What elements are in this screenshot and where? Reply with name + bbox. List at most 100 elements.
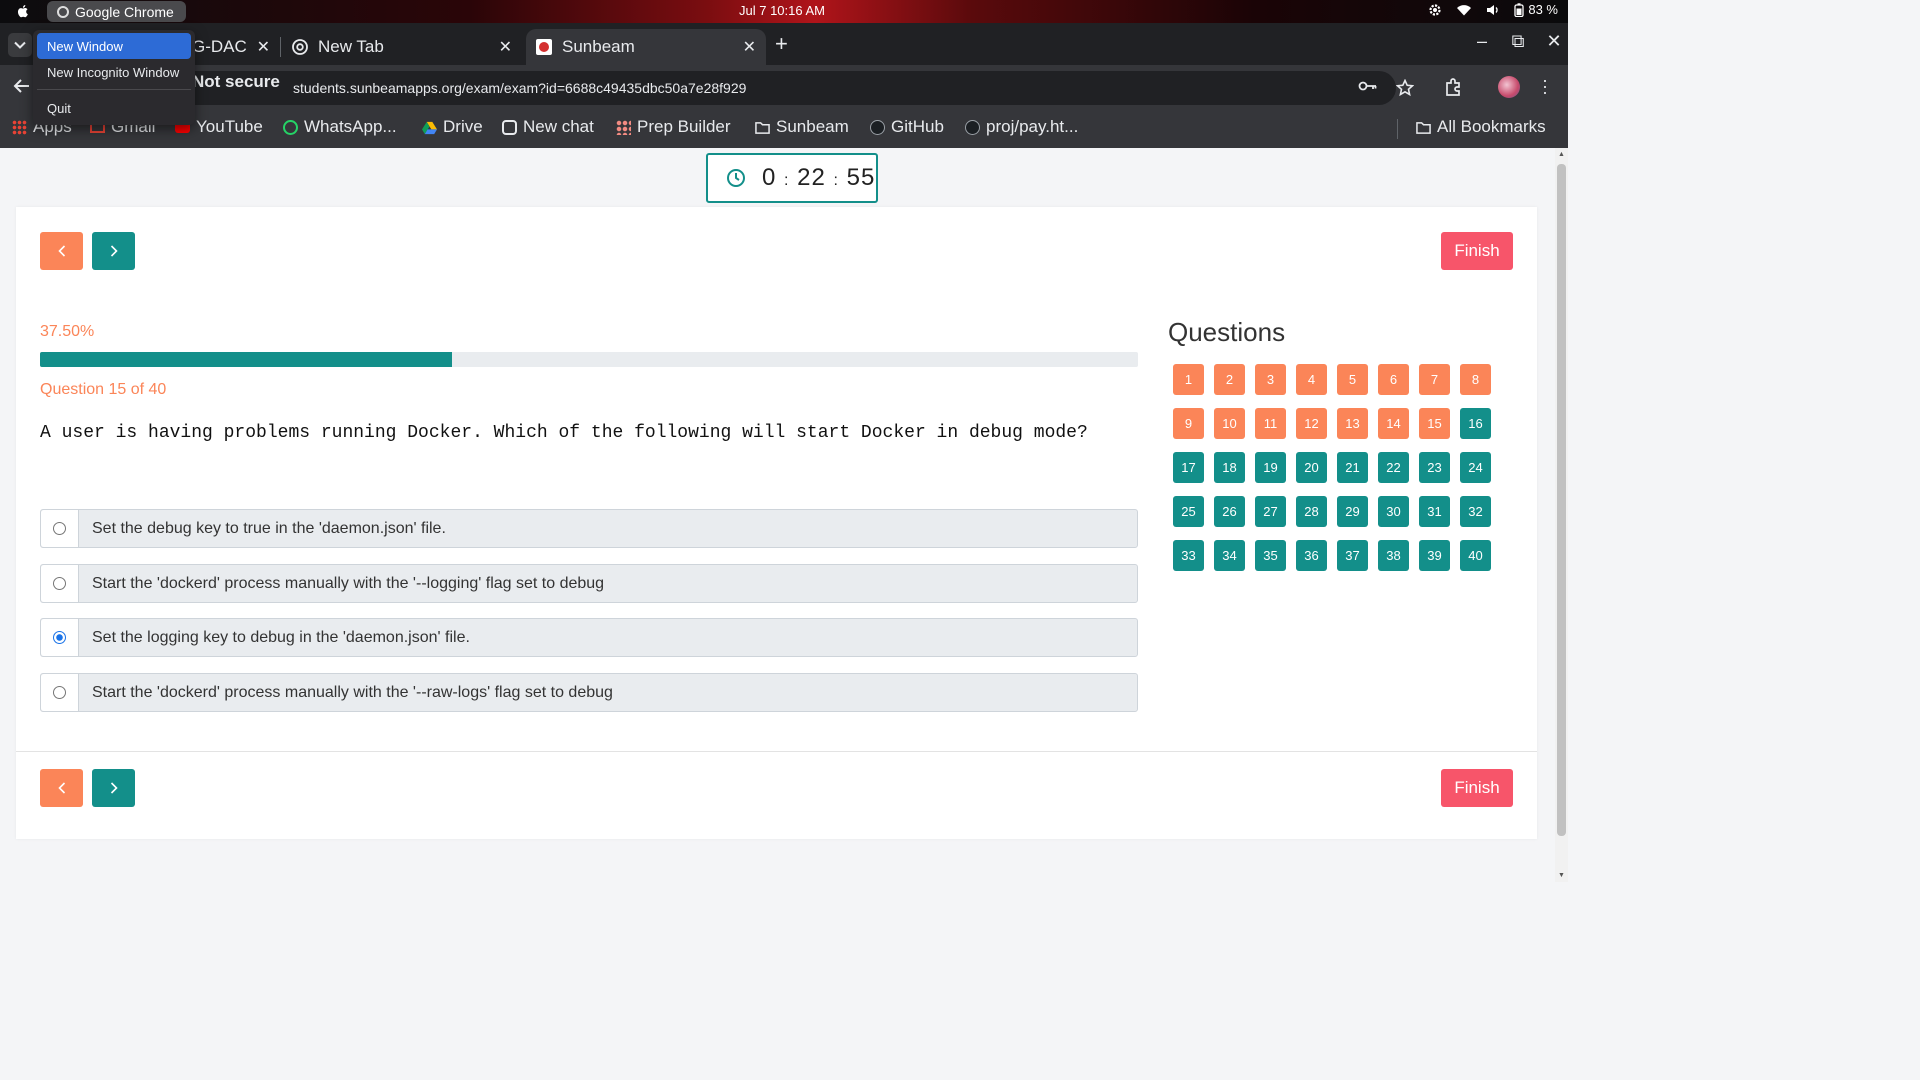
question-number-button[interactable]: 3	[1255, 364, 1286, 395]
tab-gdac[interactable]: G-DAC ✕	[192, 29, 280, 65]
close-window-icon[interactable]: ✕	[1546, 31, 1562, 52]
previous-question-button[interactable]	[40, 232, 83, 270]
menu-item-quit[interactable]: Quit	[37, 95, 191, 121]
question-number-button[interactable]: 40	[1460, 540, 1491, 571]
question-number-button[interactable]: 14	[1378, 408, 1409, 439]
answer-radio-cell[interactable]	[41, 674, 79, 711]
tab-sunbeam-active[interactable]: Sunbeam ✕	[526, 29, 766, 65]
question-number-button[interactable]: 24	[1460, 452, 1491, 483]
scroll-up-arrow-icon[interactable]: ▲	[1558, 151, 1565, 158]
bookmark-drive[interactable]: Drive	[422, 117, 483, 137]
menu-item-new-window[interactable]: New Window	[37, 33, 191, 59]
next-question-button[interactable]	[92, 232, 135, 270]
active-app-indicator[interactable]: Google Chrome	[47, 1, 186, 22]
question-number-button[interactable]: 32	[1460, 496, 1491, 527]
question-number-button[interactable]: 7	[1419, 364, 1450, 395]
question-number-button[interactable]: 26	[1214, 496, 1245, 527]
prep-builder-icon	[616, 119, 631, 135]
wifi-icon[interactable]	[1456, 4, 1472, 16]
apple-icon[interactable]	[14, 2, 32, 20]
question-number-button[interactable]: 34	[1214, 540, 1245, 571]
bookmark-new-chat[interactable]: New chat	[502, 117, 594, 137]
question-number-button[interactable]: 20	[1296, 452, 1327, 483]
profile-avatar[interactable]	[1498, 76, 1520, 98]
scrollbar-thumb[interactable]	[1557, 164, 1566, 836]
answer-option[interactable]: Start the 'dockerd' process manually wit…	[40, 673, 1138, 712]
volume-icon[interactable]	[1486, 4, 1500, 16]
previous-question-button[interactable]	[40, 769, 83, 807]
tab-new-tab[interactable]: New Tab ✕	[282, 29, 522, 65]
url-text[interactable]: students.sunbeamapps.org/exam/exam?id=66…	[293, 80, 746, 96]
chrome-menu-kebab-icon[interactable]: · · ·	[1542, 71, 1548, 101]
close-tab-icon[interactable]: ✕	[743, 37, 756, 57]
tab-search-button[interactable]	[8, 33, 32, 57]
radio-button-selected[interactable]	[53, 631, 66, 644]
question-number-button[interactable]: 8	[1460, 364, 1491, 395]
question-number-button[interactable]: 22	[1378, 452, 1409, 483]
question-number-button[interactable]: 10	[1214, 408, 1245, 439]
new-tab-plus-icon[interactable]: +	[775, 31, 788, 57]
answer-radio-cell[interactable]	[41, 619, 79, 656]
question-number-button[interactable]: 25	[1173, 496, 1204, 527]
os-clock[interactable]: Jul 7 10:16 AM	[739, 3, 825, 18]
password-key-icon[interactable]	[1358, 79, 1378, 93]
bookmark-sunbeam-folder[interactable]: Sunbeam	[755, 117, 849, 137]
security-indicator[interactable]: Not secure	[192, 72, 280, 92]
question-number-button[interactable]: 27	[1255, 496, 1286, 527]
question-number-button[interactable]: 17	[1173, 452, 1204, 483]
question-number-button[interactable]: 13	[1337, 408, 1368, 439]
next-question-button[interactable]	[92, 769, 135, 807]
restore-icon[interactable]: ⧉	[1510, 31, 1526, 52]
close-tab-icon[interactable]: ✕	[499, 37, 512, 57]
question-number-button[interactable]: 18	[1214, 452, 1245, 483]
bookmark-proj-pay[interactable]: proj/pay.ht...	[965, 117, 1078, 137]
battery-icon[interactable]	[1514, 2, 1525, 17]
question-number-button[interactable]: 4	[1296, 364, 1327, 395]
question-number-button[interactable]: 29	[1337, 496, 1368, 527]
question-number-button[interactable]: 33	[1173, 540, 1204, 571]
answer-option[interactable]: Set the logging key to debug in the 'dae…	[40, 618, 1138, 657]
question-number-button[interactable]: 6	[1378, 364, 1409, 395]
settings-gear-icon[interactable]	[1428, 3, 1442, 17]
scroll-down-arrow-icon[interactable]: ▼	[1558, 872, 1565, 879]
answer-radio-cell[interactable]	[41, 565, 79, 602]
answer-option[interactable]: Set the debug key to true in the 'daemon…	[40, 509, 1138, 548]
menu-item-new-incognito-window[interactable]: New Incognito Window	[37, 59, 191, 85]
bookmark-prep-builder[interactable]: Prep Builder	[616, 117, 731, 137]
radio-button[interactable]	[53, 522, 66, 535]
bookmark-star-icon[interactable]	[1396, 79, 1414, 97]
question-number-button[interactable]: 31	[1419, 496, 1450, 527]
answer-radio-cell[interactable]	[41, 510, 79, 547]
finish-button[interactable]: Finish	[1441, 232, 1513, 270]
question-number-button[interactable]: 36	[1296, 540, 1327, 571]
question-number-button[interactable]: 19	[1255, 452, 1286, 483]
extensions-puzzle-icon[interactable]	[1444, 77, 1464, 97]
finish-button[interactable]: Finish	[1441, 769, 1513, 807]
question-number-button[interactable]: 2	[1214, 364, 1245, 395]
question-number-button[interactable]: 35	[1255, 540, 1286, 571]
question-number-button[interactable]: 11	[1255, 408, 1286, 439]
question-number-button[interactable]: 38	[1378, 540, 1409, 571]
question-number-button[interactable]: 1	[1173, 364, 1204, 395]
question-number-button[interactable]: 5	[1337, 364, 1368, 395]
all-bookmarks-button[interactable]: All Bookmarks	[1416, 117, 1546, 137]
question-number-button[interactable]: 28	[1296, 496, 1327, 527]
question-number-button[interactable]: 15	[1419, 408, 1450, 439]
minimize-icon[interactable]: –	[1474, 31, 1490, 52]
question-number-button[interactable]: 21	[1337, 452, 1368, 483]
question-number-button[interactable]: 23	[1419, 452, 1450, 483]
question-number-button[interactable]: 9	[1173, 408, 1204, 439]
back-arrow-icon[interactable]	[12, 76, 32, 96]
page-scrollbar[interactable]: ▲ ▼	[1555, 148, 1568, 882]
close-tab-icon[interactable]: ✕	[257, 37, 270, 57]
radio-button[interactable]	[53, 577, 66, 590]
radio-button[interactable]	[53, 686, 66, 699]
question-number-button[interactable]: 12	[1296, 408, 1327, 439]
question-number-button[interactable]: 16	[1460, 408, 1491, 439]
answer-option[interactable]: Start the 'dockerd' process manually wit…	[40, 564, 1138, 603]
bookmark-github[interactable]: GitHub	[870, 117, 944, 137]
question-number-button[interactable]: 37	[1337, 540, 1368, 571]
bookmark-whatsapp[interactable]: WhatsApp...	[283, 117, 397, 137]
question-number-button[interactable]: 39	[1419, 540, 1450, 571]
question-number-button[interactable]: 30	[1378, 496, 1409, 527]
